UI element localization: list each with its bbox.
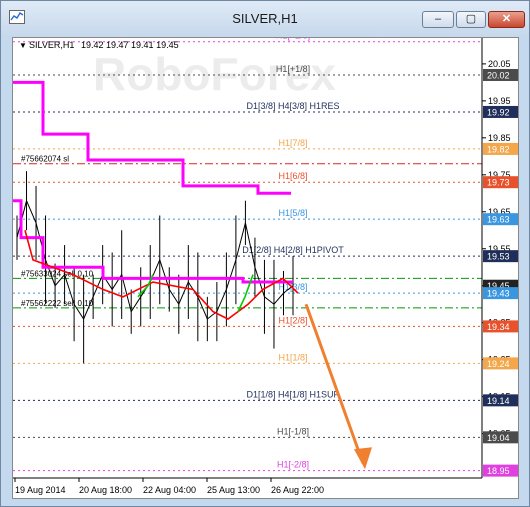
time-tick-label: 22 Aug 04:00 — [143, 485, 196, 495]
level-label: H1[-1/8] — [277, 426, 309, 436]
level-label: H1[-2/8] — [277, 460, 309, 470]
close-icon: ✕ — [501, 13, 512, 25]
price-tick-label: 20.05 — [488, 59, 511, 69]
level-label: D1[1/8] H4[1/8] H1SUP — [246, 389, 339, 399]
arrow-shaft — [304, 303, 365, 464]
level-label: H1[+1/8] — [276, 64, 310, 74]
time-tick-label: 26 Aug 22:00 — [271, 485, 324, 495]
chart-header-symbol: SILVER,H1 — [29, 40, 74, 50]
murrey-levels: H1[+2/8] H1[+1/8] D1[3/8] H4[3/8] H1RES H1[… — [13, 38, 482, 472]
minimize-icon: – — [434, 13, 442, 25]
chart-window: SILVER,H1 – ▢ ✕ RoboForex H1[+2/8] H1[+1/… — [0, 0, 530, 507]
chart-area[interactable]: RoboForex H1[+2/8] H1[+1/8] D1[3/8] H4[3/8… — [12, 37, 519, 499]
time-tick-label: 25 Aug 13:00 — [207, 485, 260, 495]
minimize-button[interactable]: – — [422, 11, 454, 28]
maximize-icon: ▢ — [465, 13, 477, 25]
price-badges: 20.0219.9219.8219.7319.6319.5319.4519.43… — [483, 68, 518, 477]
maximize-button[interactable]: ▢ — [456, 11, 486, 28]
level-label: H1[1/8] — [278, 352, 307, 362]
level-label: H1[6/8] — [278, 171, 307, 181]
level-label: H1[7/8] — [278, 138, 307, 148]
time-tick-label: 19 Aug 2014 — [15, 485, 66, 495]
price-badge-label: 18.95 — [487, 466, 510, 476]
price-tick-label: 19.95 — [488, 96, 511, 106]
order-label: #75662074 sl — [21, 155, 69, 164]
level-label: H1[5/8] — [278, 208, 307, 218]
order-label: #75562222 sell 0.10 — [21, 299, 94, 308]
time-tick-label: 20 Aug 18:00 — [79, 485, 132, 495]
price-badge-label: 19.24 — [487, 359, 510, 369]
arrow-head — [354, 447, 372, 470]
price-badge-label: 19.14 — [487, 396, 510, 406]
level-label: H1[2/8] — [278, 315, 307, 325]
price-chart[interactable]: RoboForex H1[+2/8] H1[+1/8] D1[3/8] H4[3/8… — [13, 38, 519, 499]
close-button[interactable]: ✕ — [488, 11, 525, 28]
price-badge-label: 19.34 — [487, 322, 510, 332]
chart-header-marker: ▼ — [19, 41, 27, 50]
price-tick-label: 19.85 — [488, 133, 511, 143]
watermark: RoboForex — [93, 48, 336, 100]
level-label: D1[2/8] H4[2/8] H1PIVOT — [242, 245, 344, 255]
price-badge-label: 19.04 — [487, 433, 510, 443]
price-badge-label: 19.73 — [487, 178, 510, 188]
time-axis: 19 Aug 2014 20 Aug 18:00 22 Aug 04:00 25 Au… — [14, 478, 324, 495]
price-badge-label: 20.02 — [487, 70, 510, 80]
order-label: #75633024 sell 0.10 — [21, 269, 94, 278]
price-badge-label: 19.82 — [487, 144, 510, 154]
price-badge-label: 19.92 — [487, 107, 510, 117]
price-badge-label: 19.53 — [487, 252, 510, 262]
price-badge-label: 19.63 — [487, 215, 510, 225]
forecast-arrow — [304, 303, 372, 470]
level-label: D1[3/8] H4[3/8] H1RES — [246, 101, 339, 111]
title-bar[interactable]: SILVER,H1 – ▢ ✕ — [1, 1, 529, 37]
indicator-lines — [13, 80, 299, 320]
level-label: H1[+2/8] — [276, 38, 310, 41]
chart-header-ohlc: 19.42 19.47 19.41 19.45 — [81, 40, 179, 50]
price-badge-label: 19.43 — [487, 289, 510, 299]
